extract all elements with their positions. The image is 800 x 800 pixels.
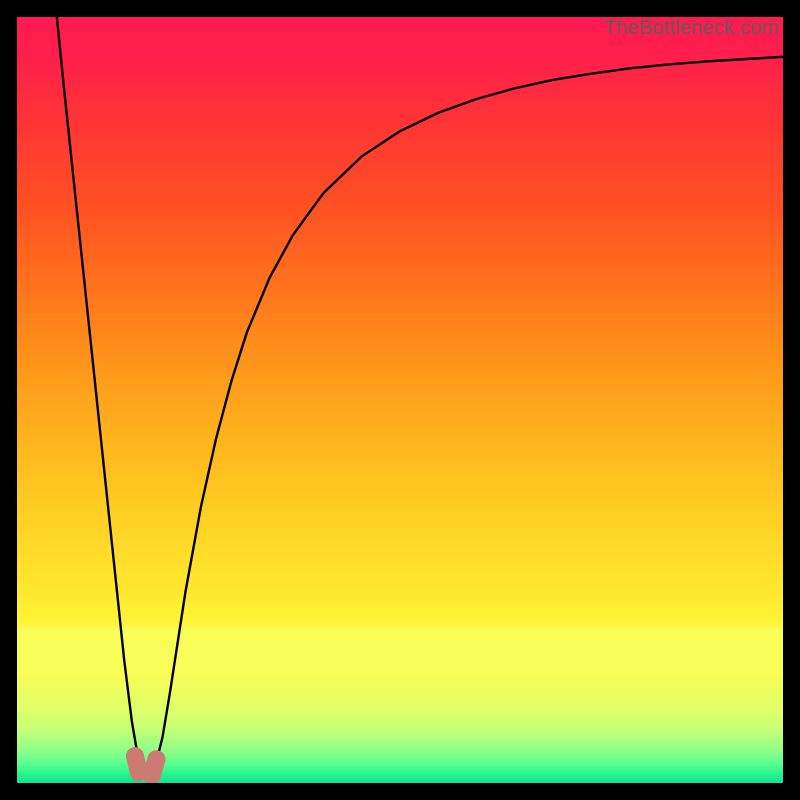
optimum-marker (147, 750, 165, 768)
chart-frame: TheBottleneck.com (17, 17, 783, 783)
bottleneck-curve (57, 17, 783, 778)
optimum-markers (126, 747, 165, 783)
optimum-marker (126, 747, 144, 765)
plot-svg (17, 17, 783, 783)
watermark-text: TheBottleneck.com (604, 17, 779, 40)
